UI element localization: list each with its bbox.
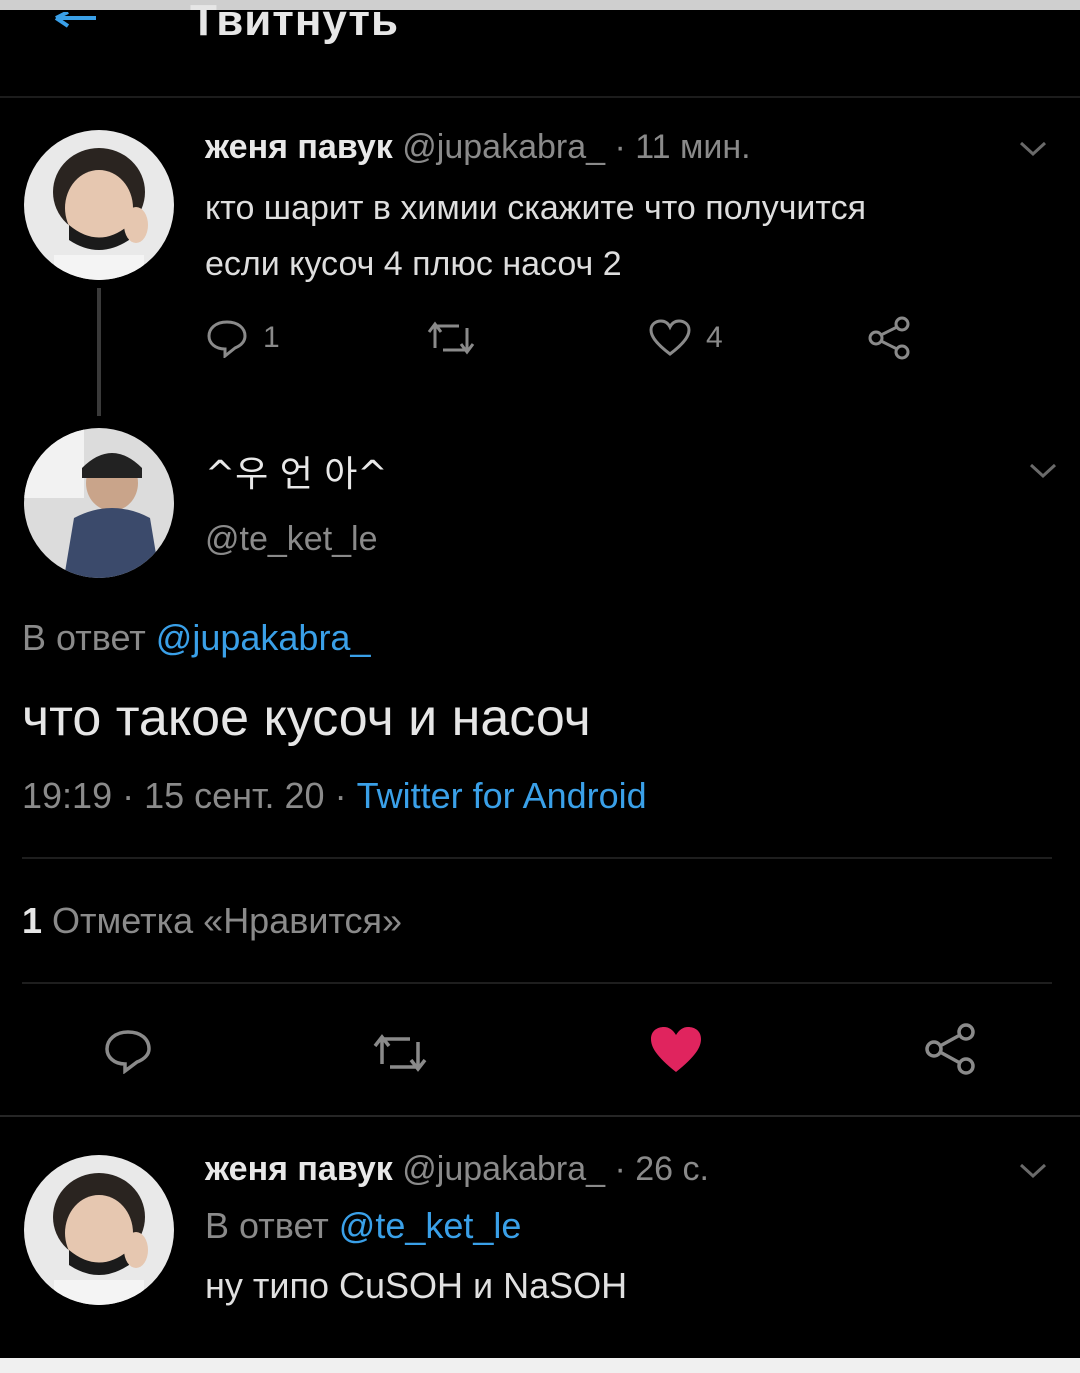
back-arrow-icon[interactable]: [52, 12, 100, 38]
tweet-text: что такое кусоч и насоч: [22, 689, 591, 747]
tweet1-header: женя павук @jupakabra_ · 11 мин.: [205, 128, 751, 167]
share-icon: [868, 316, 910, 360]
author-name[interactable]: ^우 언 아^: [205, 445, 388, 497]
chevron-down-icon[interactable]: [1028, 462, 1058, 480]
tweet-timestamp: 19:19 · 15 сент. 20 ·: [22, 775, 347, 816]
status-strip: [0, 0, 1080, 10]
heart-filled-icon: [651, 1027, 701, 1072]
reply-button[interactable]: [103, 1028, 153, 1074]
likes-label: Отметка «Нравится»: [52, 900, 403, 941]
avatar[interactable]: [24, 130, 174, 280]
reply-prefix: В ответ: [205, 1205, 329, 1246]
reply-prefix: В ответ: [22, 617, 146, 658]
reply-count: 1: [263, 321, 280, 354]
reply-context: В ответ @te_ket_le: [205, 1205, 521, 1247]
bottom-strip: [0, 1358, 1080, 1373]
reply-to-link[interactable]: @jupakabra_: [156, 617, 371, 658]
tweet3-header: женя павук @jupakabra_ · 26 с.: [205, 1150, 709, 1189]
chevron-down-icon[interactable]: [1018, 140, 1048, 158]
divider: [22, 857, 1052, 859]
likes-summary[interactable]: 1 Отметка «Нравится»: [22, 900, 402, 942]
tweet-source-link[interactable]: Twitter for Android: [357, 775, 647, 816]
tweet-text-line: если кусоч 4 плюс насоч 2: [205, 245, 622, 283]
reply-context: В ответ @jupakabra_: [22, 617, 370, 659]
tweet-text: кто шарит в химии скажите что получится …: [205, 180, 1055, 292]
like-count: 4: [706, 321, 723, 354]
comment-icon: [207, 320, 247, 358]
author-handle[interactable]: @jupakabra_: [402, 128, 605, 166]
tweet-meta: 19:19 · 15 сент. 20 · Twitter for Androi…: [22, 775, 647, 817]
divider: [22, 982, 1052, 984]
avatar[interactable]: [24, 1155, 174, 1305]
reply-to-link[interactable]: @te_ket_le: [339, 1205, 522, 1246]
share-button[interactable]: [922, 1022, 978, 1076]
thread-connector: [97, 288, 101, 416]
author-name[interactable]: женя павук: [205, 1150, 393, 1188]
likes-number: 1: [22, 900, 43, 941]
retweet-button[interactable]: [425, 318, 477, 358]
like-button-active[interactable]: [648, 1024, 704, 1076]
author-handle[interactable]: @jupakabra_: [402, 1150, 605, 1188]
avatar-photo: [24, 1155, 174, 1305]
tweet-time: · 26 с.: [614, 1150, 709, 1188]
retweet-button[interactable]: [370, 1030, 430, 1076]
divider: [0, 1115, 1080, 1117]
page-title: Твитнуть: [190, 0, 400, 45]
heart-icon: [649, 319, 691, 356]
comment-icon: [105, 1030, 151, 1074]
share-icon: [925, 1023, 975, 1075]
avatar-photo: [24, 130, 174, 280]
avatar-photo: [24, 428, 174, 578]
tweet-text: ну типо CuSOH и NaSOH: [205, 1265, 628, 1306]
retweet-icon: [373, 1034, 427, 1072]
like-button[interactable]: 4: [648, 318, 723, 358]
chevron-down-icon[interactable]: [1018, 1162, 1048, 1180]
author-name[interactable]: женя павук: [205, 128, 393, 166]
tweet-text-line: кто шарит в химии скажите что получится: [205, 189, 867, 227]
avatar[interactable]: [24, 428, 174, 578]
retweet-icon: [427, 321, 475, 355]
reply-button[interactable]: 1: [205, 318, 280, 358]
tweet-time: · 11 мин.: [614, 128, 751, 166]
author-handle[interactable]: @te_ket_le: [205, 520, 378, 559]
top-header: Твитнуть: [0, 0, 1080, 98]
share-button[interactable]: [866, 316, 912, 360]
